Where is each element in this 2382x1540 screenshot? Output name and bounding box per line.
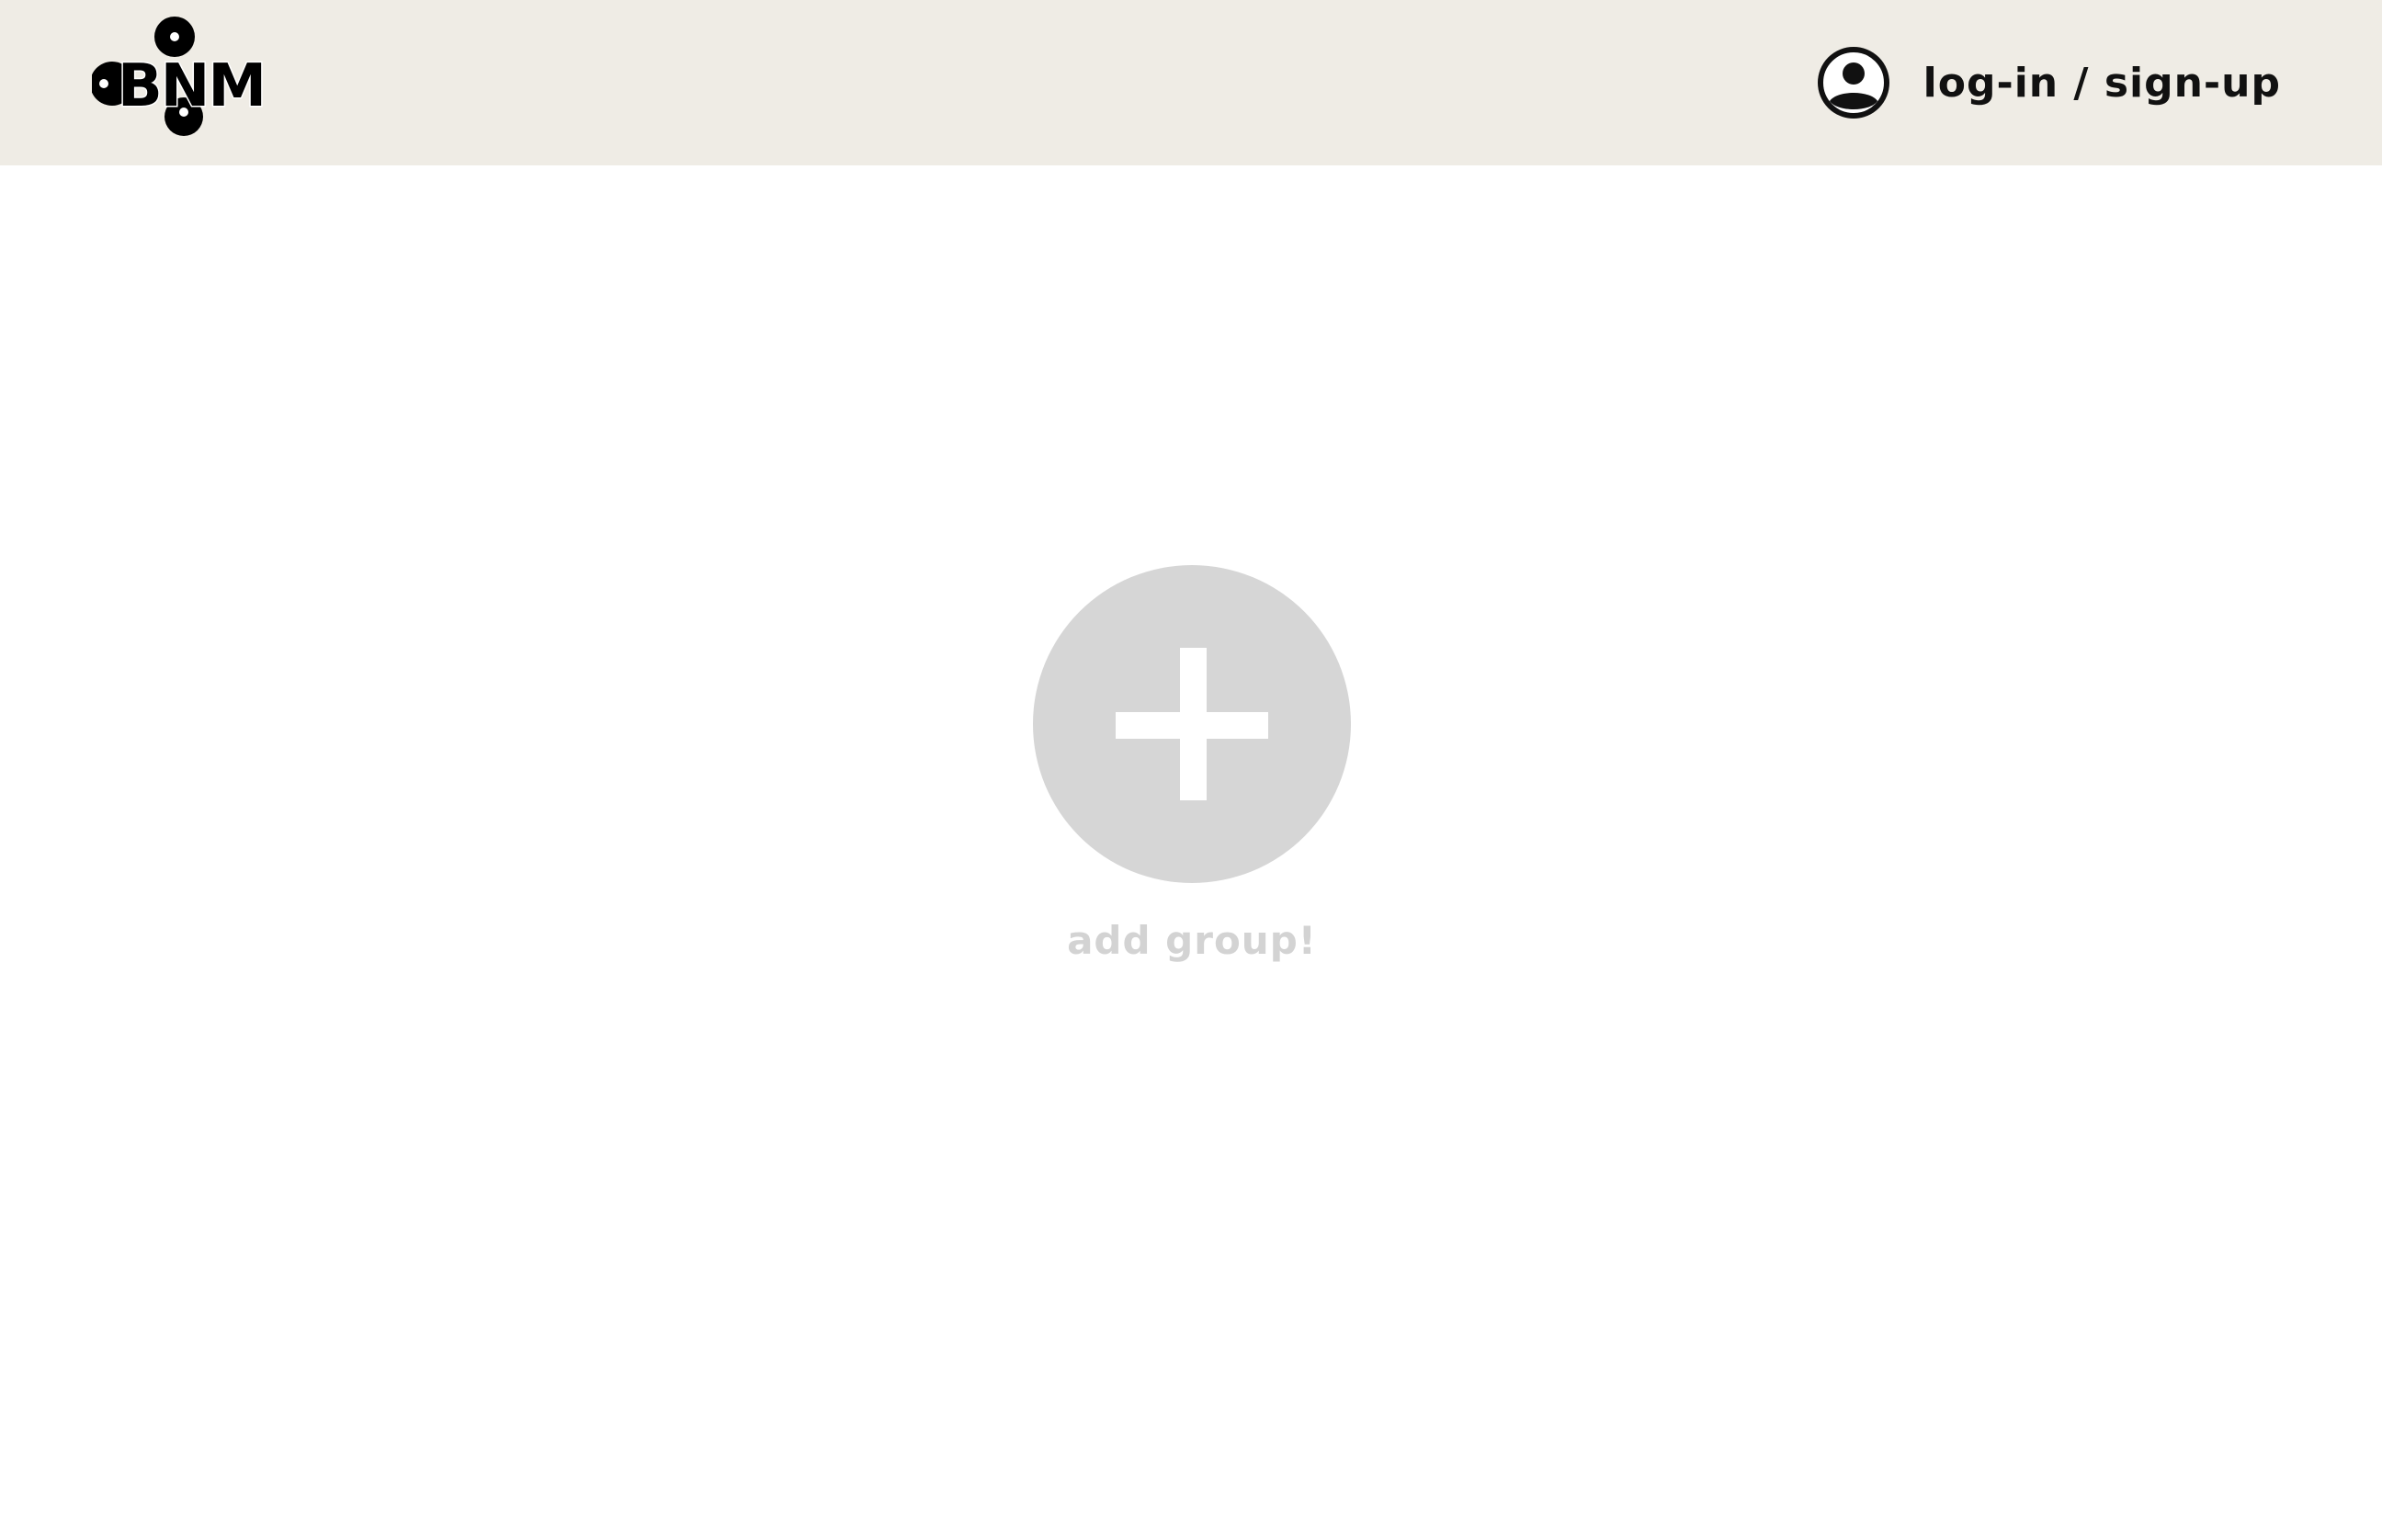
plus-icon-bar	[1116, 712, 1268, 739]
login-signup-label: log-in / sign-up	[1923, 59, 2281, 107]
add-group-button[interactable]: add group!	[1031, 565, 1353, 963]
bnm-logo-mark: BNM	[92, 17, 268, 136]
add-group-label: add group!	[1067, 918, 1317, 963]
user-circle-icon	[1817, 47, 1889, 119]
top-bar: BNM log-in / sign-up	[0, 0, 2382, 165]
logo-text: BNM	[118, 52, 265, 120]
login-signup-button[interactable]: log-in / sign-up	[1817, 46, 2281, 119]
add-group-circle[interactable]	[1033, 565, 1351, 883]
bnm-logo[interactable]: BNM	[92, 17, 271, 136]
